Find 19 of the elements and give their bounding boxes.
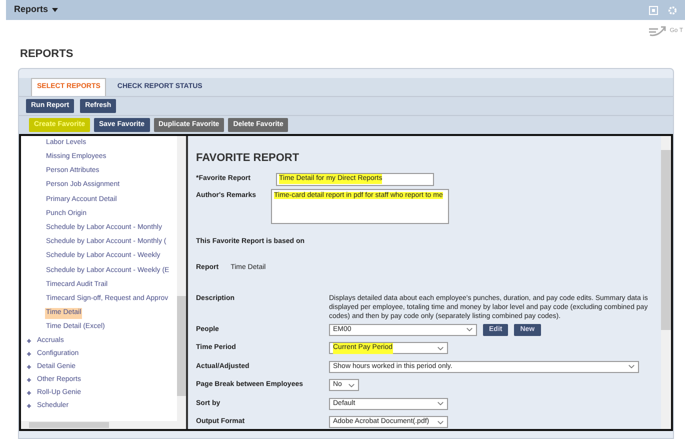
caret-icon [466,327,473,332]
form-scrollbar[interactable] [661,136,671,429]
vertical-scrollbar[interactable] [177,136,186,429]
expand-icon[interactable] [27,352,31,356]
expand-icon[interactable] [27,378,31,382]
expand-icon[interactable] [27,365,31,370]
caret-icon [437,420,444,425]
dropdown-icon [52,8,58,12]
form-title: FAVORITE REPORT [196,151,300,166]
caret-icon [628,364,635,370]
horizontal-scrollbar[interactable] [21,421,177,429]
caret-icon [437,401,444,406]
page-title: REPORTS [19,47,74,62]
caret-icon [437,346,444,351]
caret-icon [348,382,355,388]
expand-icon[interactable] [27,391,31,396]
reports-menu[interactable]: Reports [14,3,58,17]
expand-icon[interactable] [27,339,31,344]
expand-icon[interactable] [27,404,31,408]
